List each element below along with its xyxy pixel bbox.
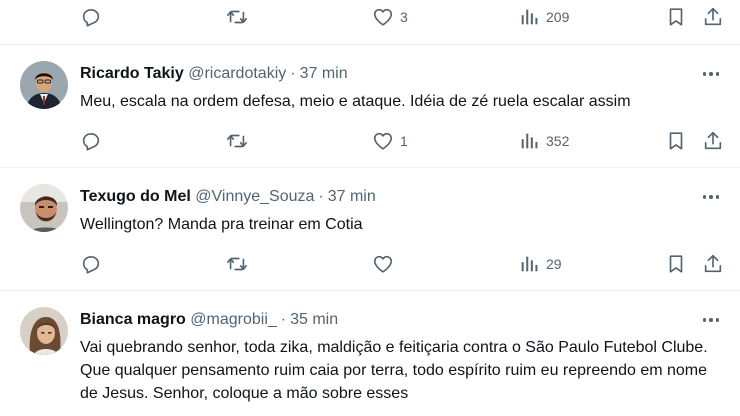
like-button[interactable]: 3	[372, 5, 408, 29]
retweet-button[interactable]	[226, 5, 254, 29]
reply-icon	[82, 9, 100, 27]
retweet-button[interactable]	[226, 252, 248, 276]
reply-button[interactable]	[80, 5, 108, 29]
avatar[interactable]	[20, 61, 68, 109]
bookmark-icon	[669, 8, 683, 26]
display-name[interactable]: Texugo do Mel	[80, 188, 191, 205]
more-button[interactable]	[700, 64, 722, 84]
heart-icon	[373, 255, 393, 273]
user-handle[interactable]: @magrobii_	[190, 311, 277, 328]
retweet-icon	[227, 10, 247, 24]
more-button[interactable]	[700, 187, 722, 207]
more-button[interactable]	[700, 310, 722, 330]
like-button[interactable]	[372, 252, 400, 276]
like-count: 3	[400, 9, 408, 25]
retweet-button[interactable]	[226, 129, 248, 153]
views-icon	[521, 133, 538, 149]
tweet-header: Ricardo Takiy @ricardotakiy · 37 min	[80, 64, 348, 84]
more-icon	[702, 318, 707, 322]
view-count: 29	[546, 256, 562, 272]
retweet-icon	[227, 134, 247, 148]
bookmark-button[interactable]	[665, 129, 687, 153]
more-icon	[715, 72, 720, 76]
user-handle[interactable]: @Vinnye_Souza	[195, 188, 314, 205]
reply-icon	[82, 133, 100, 151]
tweet-header: Texugo do Mel @Vinnye_Souza · 37 min	[80, 187, 376, 207]
view-count: 352	[546, 133, 570, 149]
tweet[interactable]: Ricardo Takiy @ricardotakiy · 37 min Meu, …	[0, 45, 740, 167]
like-button[interactable]: 1	[372, 129, 408, 153]
more-icon	[715, 195, 720, 199]
reply-icon	[82, 256, 100, 274]
display-name[interactable]: Ricardo Takiy	[80, 65, 184, 82]
views-icon	[521, 9, 538, 25]
tweet-actions: 29	[0, 252, 740, 276]
tweet-actions-top: 3 209	[0, 5, 740, 29]
user-handle[interactable]: @ricardotakiy	[188, 65, 286, 82]
more-icon	[702, 195, 707, 199]
views-button[interactable]: 209	[518, 5, 569, 29]
retweet-icon	[227, 257, 247, 271]
share-button[interactable]	[702, 5, 724, 29]
separator-dot: ·	[318, 188, 324, 205]
share-button[interactable]	[702, 129, 724, 153]
views-button[interactable]: 352	[518, 129, 569, 153]
tweet-text: Vai quebrando senhor, toda zika, maldiçã…	[80, 339, 708, 402]
more-icon	[709, 318, 713, 322]
views-button[interactable]: 29	[518, 252, 562, 276]
reply-button[interactable]	[80, 252, 102, 276]
more-icon	[715, 318, 720, 322]
tweet-text: Meu, escala na ordem defesa, meio e ataq…	[80, 93, 631, 110]
tweet-actions: 1 352	[0, 129, 740, 153]
heart-icon	[373, 132, 393, 150]
timestamp[interactable]: 35 min	[290, 311, 338, 328]
views-icon	[521, 256, 538, 272]
bookmark-icon	[669, 132, 683, 150]
timestamp[interactable]: 37 min	[328, 188, 376, 205]
view-count: 209	[546, 9, 570, 25]
tweet[interactable]: Bianca magro @magrobii_ · 35 min Vai quebr…	[0, 291, 740, 416]
heart-icon	[373, 8, 393, 26]
share-icon	[704, 254, 722, 273]
share-icon	[704, 131, 722, 150]
avatar[interactable]	[20, 307, 68, 355]
bookmark-button[interactable]	[665, 252, 687, 276]
display-name[interactable]: Bianca magro	[80, 311, 186, 328]
reply-button[interactable]	[80, 129, 102, 153]
tweet[interactable]: Texugo do Mel @Vinnye_Souza · 37 min Welli…	[0, 168, 740, 290]
bookmark-icon	[669, 255, 683, 273]
share-button[interactable]	[702, 252, 724, 276]
separator-dot: ·	[290, 65, 296, 82]
tweet-header: Bianca magro @magrobii_ · 35 min	[80, 310, 338, 330]
tweet-text: Wellington? Manda pra treinar em Cotia	[80, 216, 363, 233]
timestamp[interactable]: 37 min	[300, 65, 348, 82]
more-icon	[709, 72, 713, 76]
avatar[interactable]	[20, 184, 68, 232]
share-icon	[704, 7, 722, 26]
like-count: 1	[400, 133, 408, 149]
more-icon	[709, 195, 713, 199]
more-icon	[702, 72, 707, 76]
bookmark-button[interactable]	[665, 5, 687, 29]
separator-dot: ·	[280, 311, 287, 328]
